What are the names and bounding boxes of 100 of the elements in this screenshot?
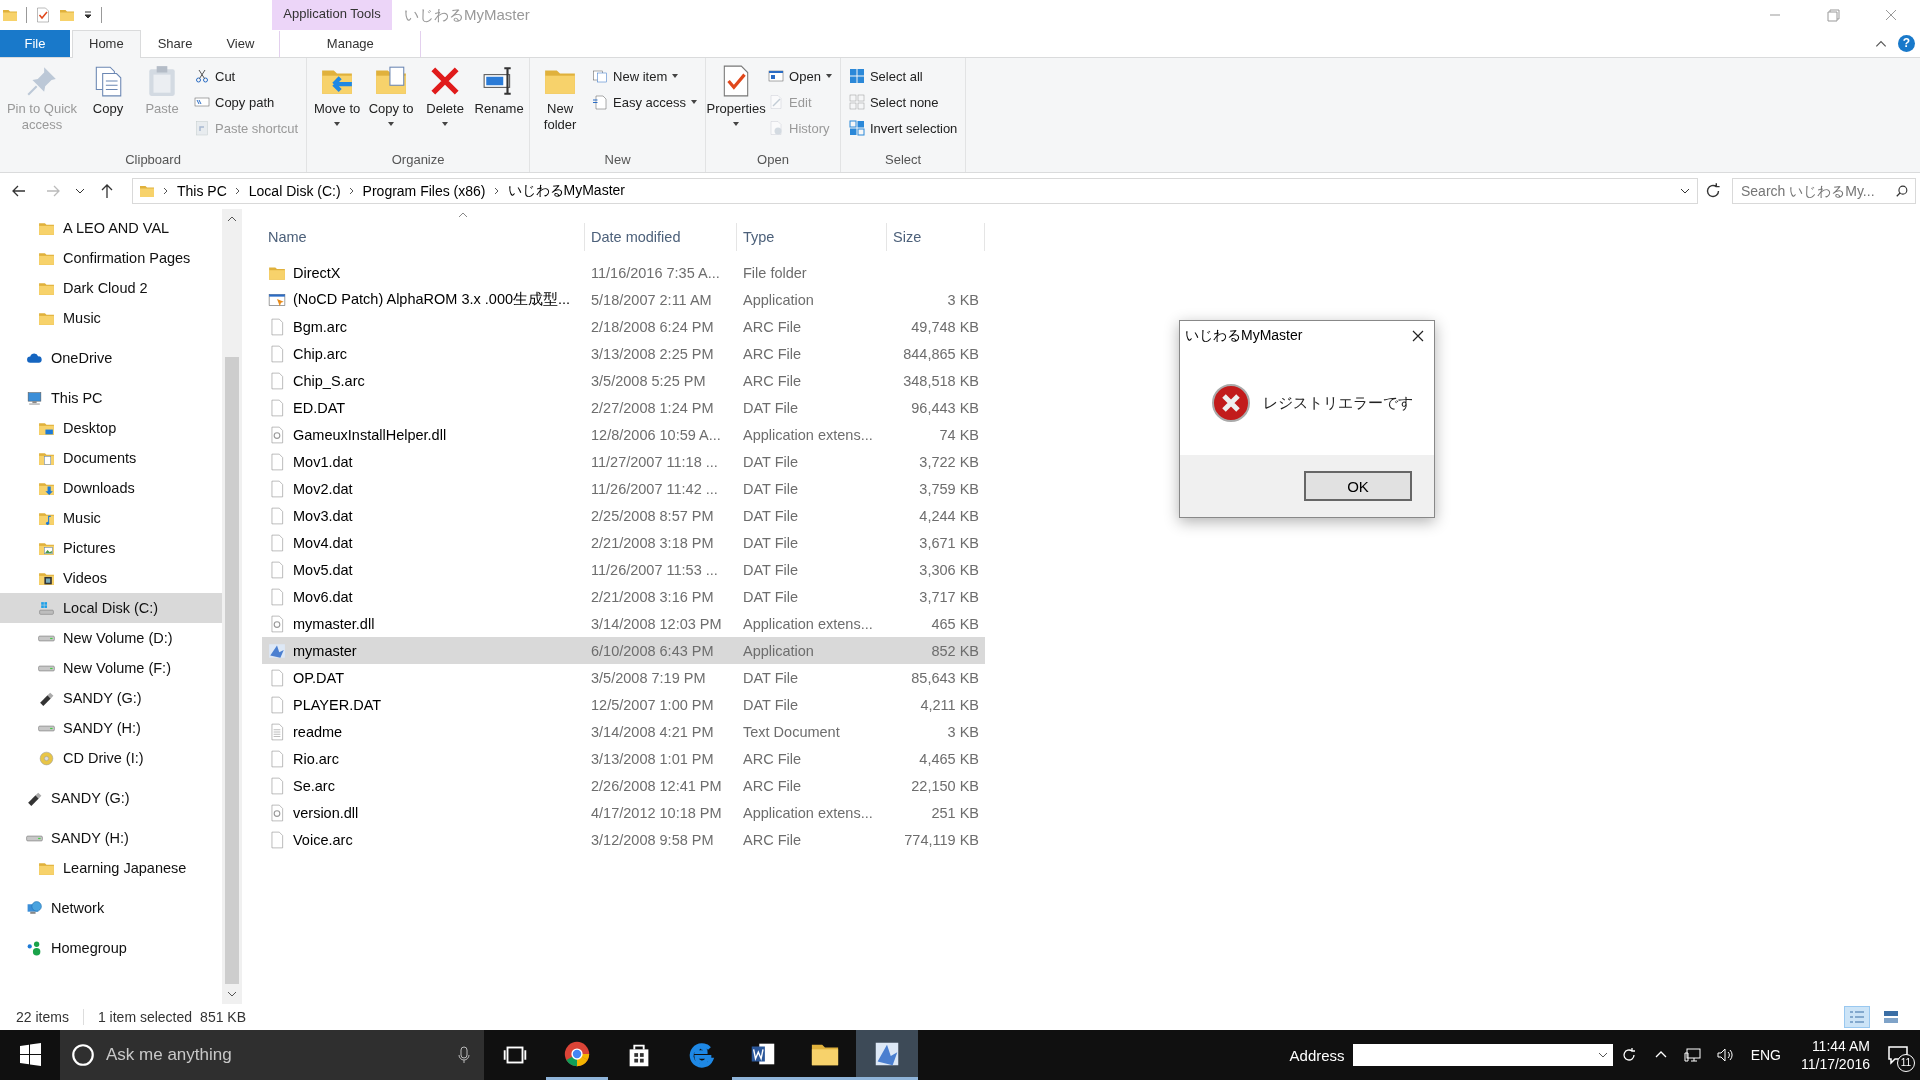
file-row[interactable]: Mov2.dat 11/26/2007 11:42 ... DAT File 3,759 KB xyxy=(262,475,985,502)
network-icon[interactable] xyxy=(1682,1045,1703,1065)
file-row[interactable]: mymaster.dll 3/14/2008 12:03 PM Application extens... 465 KB xyxy=(262,610,985,637)
file-row[interactable]: Mov5.dat 11/26/2007 11:53 ... DAT File 3,306 KB xyxy=(262,556,985,583)
ribbon-button[interactable]: Open xyxy=(768,64,832,88)
file-row[interactable]: GameuxInstallHelper.dll 12/8/2006 10:59 A... Application extens... 74 KB xyxy=(262,421,985,448)
scrollbar[interactable] xyxy=(222,209,242,1004)
file-row[interactable]: Mov1.dat 11/27/2007 11:18 ... DAT File 3,722 KB xyxy=(262,448,985,475)
file-row[interactable]: Chip_S.arc 3/5/2008 5:25 PM ARC File 348,518 KB xyxy=(262,367,985,394)
file-name: OP.DAT xyxy=(293,669,345,686)
file-size: 774,119 KB xyxy=(904,831,979,848)
navigation-item[interactable]: SANDY (H:) xyxy=(0,823,222,853)
computer-icon xyxy=(26,389,43,407)
ribbon-button[interactable]: Rename xyxy=(473,60,526,150)
navigation-item[interactable]: SANDY (G:) xyxy=(0,783,222,813)
navigation-item[interactable]: Confirmation Pages xyxy=(0,243,222,273)
navigation-item[interactable]: Desktop xyxy=(0,413,222,443)
navigation-item[interactable]: CD Drive (I:) xyxy=(0,743,222,773)
column-header[interactable]: Date modified xyxy=(585,223,737,251)
ribbon-button[interactable]: Copy path xyxy=(194,90,299,114)
navigation-item[interactable]: A LEO AND VAL xyxy=(0,213,222,243)
ribbon-tab[interactable]: Home xyxy=(72,30,141,58)
navigation-item[interactable]: Documents xyxy=(0,443,222,473)
taskbar-button[interactable] xyxy=(856,1030,918,1080)
file-row[interactable]: Bgm.arc 2/18/2008 6:24 PM ARC File 49,748 KB xyxy=(262,313,985,340)
file-type: ARC File xyxy=(743,777,801,794)
ribbon-button[interactable]: Copy to xyxy=(365,60,418,150)
navigation-item[interactable]: Network xyxy=(0,893,222,923)
file-row[interactable]: ED.DAT 2/27/2008 1:24 PM DAT File 96,443 KB xyxy=(262,394,985,421)
navigation-item[interactable]: SANDY (H:) xyxy=(0,713,222,743)
ribbon-tab[interactable]: Share xyxy=(140,30,210,57)
navigation-item[interactable]: OneDrive xyxy=(0,343,222,373)
input-language[interactable]: ENG xyxy=(1750,1047,1781,1063)
navigation-item[interactable]: Dark Cloud 2 xyxy=(0,273,222,303)
date-modified: 11/27/2007 11:18 ... xyxy=(591,453,718,470)
ribbon-button[interactable]: Select all xyxy=(848,64,958,88)
ribbon-group-label: Select xyxy=(884,151,923,169)
navigation-item[interactable]: Music xyxy=(0,303,222,333)
search-field[interactable]: Search いじわるMy... xyxy=(1732,178,1916,204)
breadcrumb-item[interactable]: This PC xyxy=(177,183,227,199)
navigation-item[interactable]: Videos xyxy=(0,563,222,593)
navigation-item[interactable]: SANDY (G:) xyxy=(0,683,222,713)
navigation-item[interactable]: New Volume (D:) xyxy=(0,623,222,653)
ok-button[interactable]: OK xyxy=(1304,471,1412,501)
file-row[interactable]: readme 3/14/2008 4:21 PM Text Document 3 KB xyxy=(262,718,985,745)
navigation-item[interactable]: Music xyxy=(0,503,222,533)
ribbon-button[interactable]: Invert selection xyxy=(848,116,958,140)
date-modified: 3/14/2008 4:21 PM xyxy=(591,723,714,740)
ribbon-tab[interactable]: View xyxy=(209,30,272,57)
ribbon-button[interactable]: Easy access xyxy=(592,90,698,114)
navigation-item[interactable]: Learning Japanese xyxy=(0,853,222,883)
file-row[interactable]: OP.DAT 3/5/2008 7:19 PM DAT File 85,643 KB xyxy=(262,664,985,691)
breadcrumb-item[interactable]: Local Disk (C:) xyxy=(248,183,341,199)
ribbon-button[interactable]: Move to xyxy=(311,60,364,150)
file-row[interactable]: DirectX 11/16/2016 7:35 A... File folder xyxy=(262,259,985,286)
navigation-item[interactable]: Pictures xyxy=(0,533,222,563)
scrollbar-thumb[interactable] xyxy=(225,357,239,984)
ribbon-button[interactable]: New folder xyxy=(534,60,587,150)
navigation-item[interactable]: Downloads xyxy=(0,473,222,503)
ribbon-tab[interactable]: Manage xyxy=(279,31,422,57)
file-size: 465 KB xyxy=(931,615,979,632)
clock[interactable]: 11:44 AM 11/17/2016 xyxy=(1800,1037,1870,1073)
file-row[interactable]: Mov6.dat 2/21/2008 3:16 PM DAT File 3,717 KB xyxy=(262,583,985,610)
column-header[interactable]: Name xyxy=(262,223,585,251)
close-button[interactable] xyxy=(1410,328,1426,344)
cortana-search-field[interactable]: Ask me anything xyxy=(104,1044,448,1066)
caret-icon[interactable] xyxy=(83,10,93,20)
file-row[interactable]: version.dll 4/17/2012 10:18 PM Application extens... 251 KB xyxy=(262,799,985,826)
breadcrumb-item[interactable]: Program Files (x86) xyxy=(362,183,486,199)
file-row[interactable]: Chip.arc 3/13/2008 2:25 PM ARC File 844,865 KB xyxy=(262,340,985,367)
navigation-item[interactable]: Homegroup xyxy=(0,933,222,963)
file-row[interactable]: Se.arc 2/26/2008 12:41 PM ARC File 22,150 KB xyxy=(262,772,985,799)
file-row[interactable]: PLAYER.DAT 12/5/2007 1:00 PM DAT File 4,211 KB xyxy=(262,691,985,718)
navigation-item[interactable]: Local Disk (C:) xyxy=(0,593,222,623)
ribbon-tab[interactable]: File xyxy=(0,30,70,57)
navigation-item[interactable]: New Volume (F:) xyxy=(0,653,222,683)
cortana-search-box[interactable]: Ask me anything xyxy=(60,1030,484,1080)
file-row[interactable]: Mov4.dat 2/21/2008 3:18 PM DAT File 3,671 KB xyxy=(262,529,985,556)
navigation-item[interactable]: This PC xyxy=(0,383,222,413)
ribbon-button[interactable]: Copy xyxy=(82,60,134,150)
ribbon-button[interactable]: New item xyxy=(592,64,698,88)
file-row[interactable]: Mov3.dat 2/25/2008 8:57 PM DAT File 4,244 KB xyxy=(262,502,985,529)
file-row[interactable]: Rio.arc 3/13/2008 1:01 PM ARC File 4,465 KB xyxy=(262,745,985,772)
column-header[interactable]: Type xyxy=(737,223,887,251)
file-icon xyxy=(268,398,286,417)
help-button[interactable]: ? xyxy=(1898,35,1915,52)
file-row[interactable]: mymaster 6/10/2008 6:43 PM Application 852 KB xyxy=(262,637,985,664)
microphone-icon[interactable] xyxy=(456,1045,472,1065)
address-bar[interactable]: This PC Local Disk (C:) Program Files (x86) いじわるMyMaster xyxy=(132,178,1698,204)
file-row[interactable]: Voice.arc 3/12/2008 9:58 PM ARC File 774,119 KB xyxy=(262,826,985,853)
file-row[interactable]: (NoCD Patch) AlphaROM 3.x .000生成型... 5/18/2007 2:11 AM Application 3 KB xyxy=(262,286,985,313)
address-field[interactable] xyxy=(1352,1044,1613,1066)
file-size: 852 KB xyxy=(931,642,979,659)
dialog-title: いじわるMyMaster xyxy=(1185,327,1303,345)
ribbon-button[interactable]: Select none xyxy=(848,90,958,114)
checkmark-document-icon[interactable] xyxy=(35,7,51,23)
ribbon-button[interactable]: Delete xyxy=(419,60,472,150)
breadcrumb-item[interactable]: いじわるMyMaster xyxy=(507,182,625,200)
column-header[interactable]: Size xyxy=(887,223,985,251)
ribbon-button[interactable]: Cut xyxy=(194,64,299,88)
